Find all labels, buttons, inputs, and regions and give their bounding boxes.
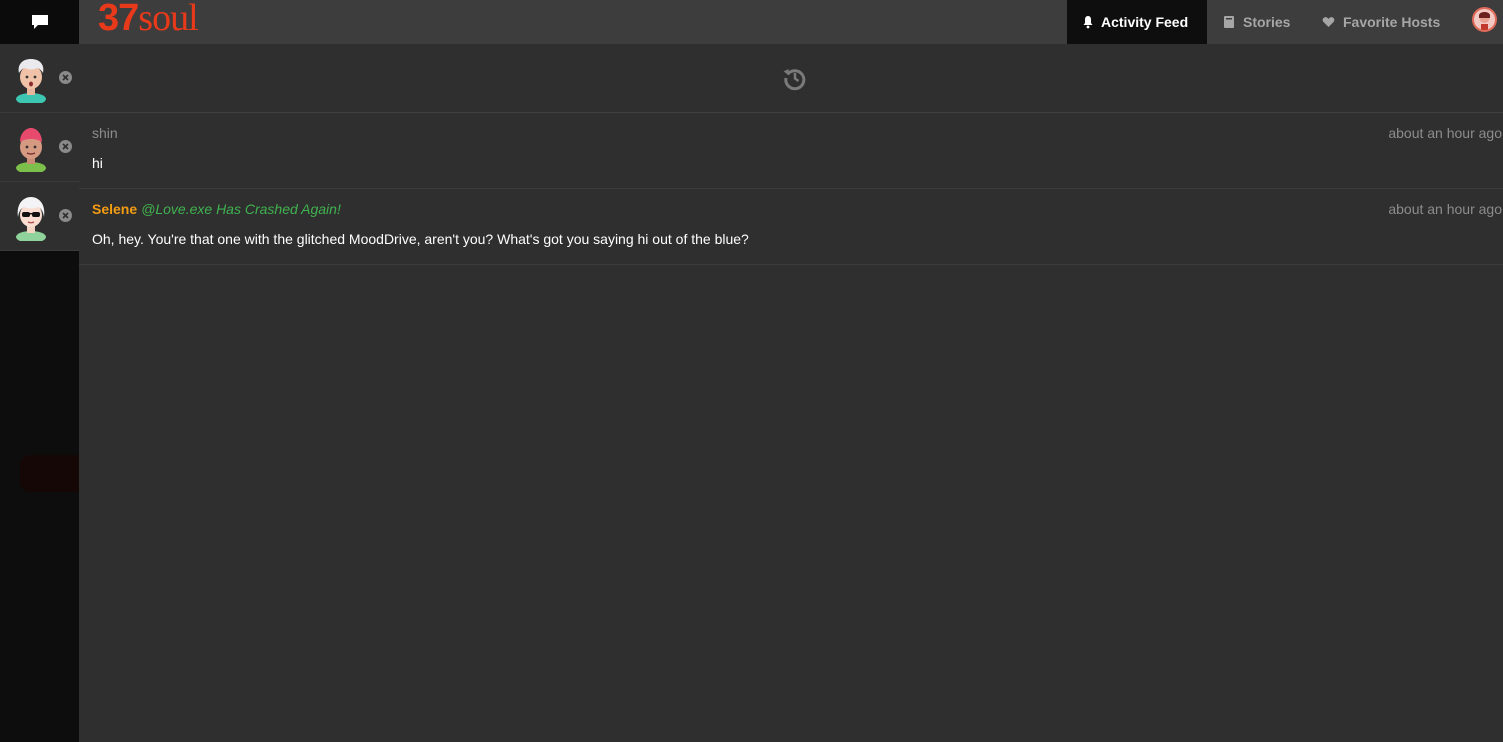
conversation-item[interactable] — [0, 113, 79, 182]
feed-message[interactable]: Selene @Love.exe Has Crashed Again! about… — [79, 189, 1503, 265]
conversation-item[interactable] — [0, 44, 79, 113]
nav-stories-label: Stories — [1243, 14, 1291, 30]
message-author[interactable]: shin — [92, 125, 118, 141]
chat-bubble-icon — [31, 15, 48, 29]
message-time: about an hour ago — [1388, 125, 1502, 141]
nav-activity-feed-label: Activity Feed — [1101, 14, 1189, 30]
top-bar: 37soul Activity Feed Stories Favorite Ho… — [0, 0, 1503, 44]
close-x-glyph — [62, 143, 69, 150]
message-story-link[interactable]: @Love.exe Has Crashed Again! — [141, 201, 341, 217]
sunglasses-avatar — [16, 197, 46, 241]
conversation-item[interactable] — [0, 182, 79, 251]
message-text: hi — [92, 155, 103, 171]
heart-icon — [1322, 17, 1335, 27]
faded-overlay-pill — [20, 455, 80, 492]
nav-stories[interactable]: Stories — [1207, 0, 1306, 44]
book-icon — [1224, 16, 1234, 28]
history-row — [79, 44, 1503, 113]
conversation-sidebar — [0, 44, 80, 742]
close-circle-icon[interactable] — [59, 209, 72, 222]
pink-haired-avatar — [16, 128, 46, 172]
logo[interactable]: 37soul — [98, 0, 199, 40]
logo-number: 37 — [98, 0, 139, 39]
close-x-glyph — [62, 212, 69, 219]
message-time: about an hour ago — [1388, 201, 1502, 217]
user-avatar-icon[interactable] — [1472, 7, 1497, 32]
logo-word: soul — [138, 0, 198, 39]
close-circle-icon[interactable] — [59, 140, 72, 153]
feed-message[interactable]: shin about an hour ago hi — [79, 113, 1503, 189]
message-text: Oh, hey. You're that one with the glitch… — [92, 231, 749, 247]
close-x-glyph — [62, 74, 69, 81]
history-icon[interactable] — [782, 65, 808, 91]
white-haired-avatar — [16, 59, 46, 103]
nav-activity-feed[interactable]: Activity Feed — [1067, 0, 1207, 44]
nav-favorite-hosts[interactable]: Favorite Hosts — [1306, 0, 1456, 44]
avatar-face-icon — [1479, 12, 1490, 30]
chat-button[interactable] — [0, 0, 79, 44]
bell-icon — [1083, 16, 1093, 29]
close-circle-icon[interactable] — [59, 71, 72, 84]
nav-favorite-hosts-label: Favorite Hosts — [1343, 14, 1441, 30]
message-author[interactable]: Selene — [92, 201, 137, 217]
activity-feed: shin about an hour ago hi Selene @Love.ex… — [79, 44, 1503, 742]
